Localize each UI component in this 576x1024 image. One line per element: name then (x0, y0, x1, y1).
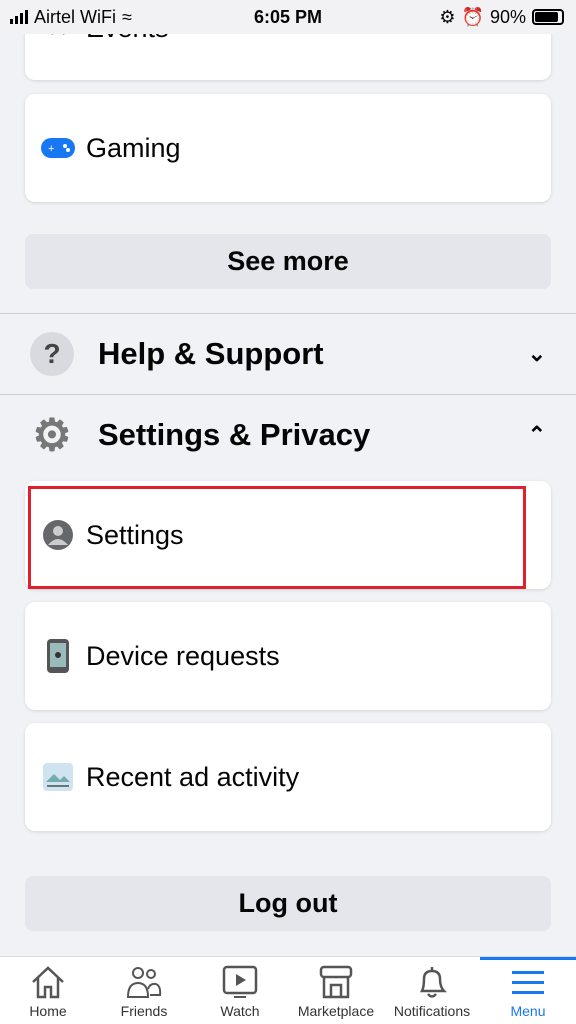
ad-image-icon (40, 759, 76, 795)
nav-home[interactable]: Home (0, 957, 96, 1024)
home-icon (32, 966, 64, 999)
settings-privacy-section[interactable]: ⚙ Settings & Privacy ⌃ (0, 395, 576, 475)
nav-watch[interactable]: Watch (192, 957, 288, 1024)
carrier: Airtel WiFi (34, 6, 116, 27)
marketplace-icon (319, 965, 353, 999)
chevron-up-icon: ⌃ (527, 422, 546, 447)
nav-menu[interactable]: Menu (480, 957, 576, 1024)
menu-item-device-requests[interactable]: Device requests (25, 602, 551, 710)
see-more-button[interactable]: See more (25, 234, 551, 289)
bottom-nav: Home Friends Watch Marketplace Notificat… (0, 956, 576, 1024)
bell-icon (419, 967, 448, 998)
alarm-icon: ⏰ (461, 6, 484, 27)
battery-percent: 90% (489, 6, 526, 27)
log-out-button[interactable]: Log out (25, 876, 551, 931)
battery-icon (532, 9, 564, 25)
nav-friends[interactable]: Friends (96, 957, 192, 1024)
watch-icon (222, 965, 258, 998)
question-icon: ? (30, 332, 74, 376)
gamepad-icon: + (40, 130, 76, 166)
orientation-lock-icon: ⚙ (439, 6, 456, 27)
nav-marketplace[interactable]: Marketplace (288, 957, 384, 1024)
help-support-section[interactable]: ? Help & Support ⌄ (0, 314, 576, 394)
phone-key-icon (40, 638, 76, 674)
chevron-down-icon: ⌄ (527, 341, 546, 366)
signal-icon (10, 10, 28, 24)
gear-icon: ⚙ (32, 410, 72, 460)
svg-text:+: + (48, 143, 54, 155)
wifi-icon: ≈ (122, 6, 132, 27)
highlight-box (28, 486, 526, 589)
friends-icon (126, 967, 162, 998)
nav-notifications[interactable]: Notifications (384, 957, 480, 1024)
menu-item-gaming[interactable]: + Gaming (25, 94, 551, 202)
menu-item-recent-ad-activity[interactable]: Recent ad activity (25, 723, 551, 831)
status-bar: Airtel WiFi ≈ 6:05 PM ⚙ ⏰ 90% (0, 0, 576, 34)
hamburger-menu-icon (512, 971, 544, 994)
